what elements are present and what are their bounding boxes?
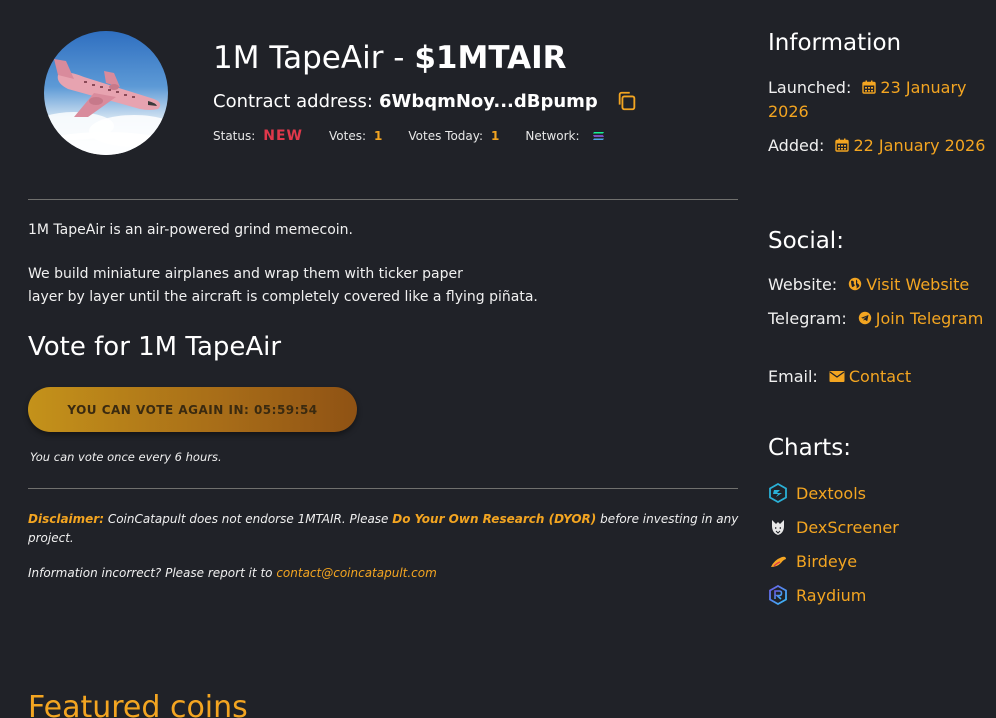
email-row: Email: Contact	[768, 365, 993, 389]
chart-link-raydium[interactable]: Raydium	[768, 585, 866, 605]
divider-top	[28, 199, 738, 200]
vote-button[interactable]: YOU CAN VOTE AGAIN IN: 05:59:54	[28, 387, 357, 432]
vote-note: You can vote once every 6 hours.	[30, 450, 222, 464]
chart-label: Birdeye	[796, 551, 858, 571]
status-badge: NEW	[263, 128, 304, 144]
telegram-row: Telegram: Join Telegram	[768, 307, 993, 331]
calendar-icon	[835, 138, 850, 152]
dyor-link[interactable]: Do Your Own Research (DYOR)	[392, 512, 596, 526]
chart-link-birdeye[interactable]: Birdeye	[768, 551, 857, 571]
calendar-icon	[862, 80, 877, 94]
website-label: Website:	[768, 275, 838, 294]
launched-label: Launched:	[768, 78, 852, 97]
join-telegram-link[interactable]: Join Telegram	[876, 309, 984, 328]
votes-value: 1	[374, 129, 383, 143]
birdeye-icon	[771, 556, 786, 567]
description-line-1: 1M TapeAir is an air-powered grind memec…	[28, 222, 353, 238]
added-row: Added: 22 January 2026	[768, 134, 993, 158]
votes-today-value: 1	[491, 129, 500, 143]
chart-label: DexScreener	[796, 517, 899, 537]
social-heading: Social:	[768, 228, 844, 254]
disclaimer-label: Disclaimer:	[28, 512, 105, 526]
divider-bottom	[28, 488, 738, 489]
disclaimer: Disclaimer: CoinCatapult does not endors…	[28, 510, 748, 548]
status-row: Status: NEW Votes: 1 Votes Today: 1 Netw…	[213, 128, 605, 144]
chart-link-dextools[interactable]: Dextools	[768, 483, 866, 503]
charts-heading: Charts:	[768, 435, 851, 461]
contract-row: Contract address: 6WbqmNoy...dBpump	[213, 90, 638, 112]
report-email-link[interactable]: contact@coincatapult.com	[276, 566, 437, 580]
coin-title: 1M TapeAir - $1MTAIR	[213, 40, 566, 76]
visit-website-link[interactable]: Visit Website	[866, 275, 969, 294]
featured-coins-heading: Featured coins	[28, 690, 248, 718]
globe-icon	[849, 277, 862, 291]
report-line: Information incorrect? Please report it …	[28, 566, 437, 580]
dexscreener-icon	[772, 520, 784, 535]
network-label: Network:	[525, 129, 580, 143]
status-label: Status:	[213, 129, 256, 143]
email-label: Email:	[768, 367, 818, 386]
chart-label: Dextools	[796, 483, 866, 503]
launched-row: Launched: 23 January 2026	[768, 76, 993, 124]
contract-address[interactable]: 6WbqmNoy...dBpump	[379, 91, 598, 112]
telegram-icon	[858, 311, 871, 325]
title-separator: -	[383, 40, 415, 76]
chart-link-dexscreener[interactable]: DexScreener	[768, 517, 899, 537]
envelope-icon	[829, 371, 845, 382]
vote-heading: Vote for 1M TapeAir	[28, 332, 282, 362]
contact-link[interactable]: Contact	[849, 367, 911, 386]
dextools-icon	[769, 483, 787, 503]
contract-label: Contract address:	[213, 90, 373, 112]
raydium-icon	[769, 585, 787, 605]
description-line-2: We build miniature airplanes and wrap th…	[28, 266, 463, 282]
disclaimer-text-1: CoinCatapult does not endorse 1MTAIR. Pl…	[104, 512, 393, 526]
website-row: Website: Visit Website	[768, 273, 993, 297]
chart-label: Raydium	[796, 585, 867, 605]
telegram-label: Telegram:	[768, 309, 847, 328]
coin-ticker: $1MTAIR	[414, 40, 567, 76]
report-text: Information incorrect? Please report it …	[28, 566, 277, 580]
votes-today-label: Votes Today:	[408, 129, 484, 143]
description-line-3: layer by layer until the aircraft is com…	[28, 289, 538, 305]
votes-label: Votes:	[329, 129, 367, 143]
info-heading: Information	[768, 30, 902, 56]
copy-icon[interactable]	[616, 90, 638, 112]
coin-avatar	[44, 31, 168, 155]
added-value: 22 January 2026	[853, 136, 986, 155]
coin-name: 1M TapeAir	[213, 40, 384, 76]
solana-icon	[592, 132, 604, 140]
added-label: Added:	[768, 136, 825, 155]
